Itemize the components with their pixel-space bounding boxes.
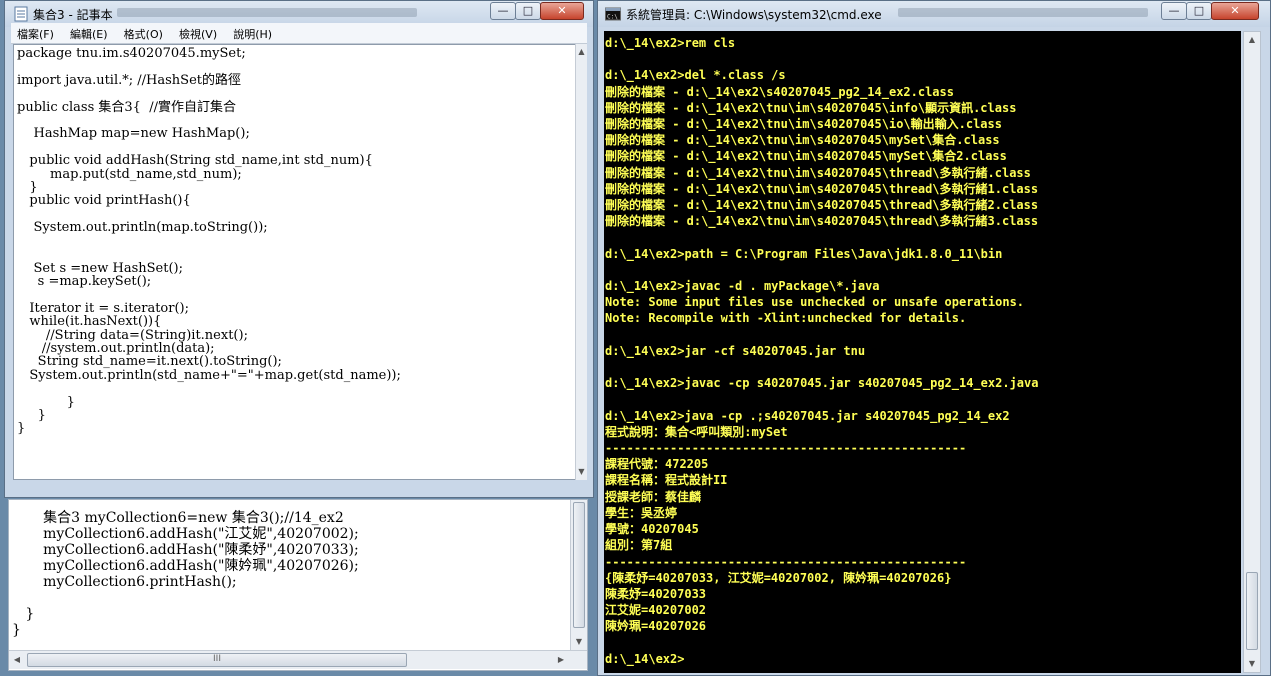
svg-text:C:\: C:\ [607,14,618,21]
notepad-window[interactable]: 集合3 - 記事本 — □ ✕ 檔案(F) 編輯(E) 格式(O) 檢視(V) … [4,0,594,498]
menu-format[interactable]: 格式(O) [118,23,168,42]
background-vscroll-thumb[interactable] [573,502,585,628]
cmd-console[interactable]: d:\_14\ex2>rem cls d:\_14\ex2>del *.clas… [604,31,1241,673]
scroll-up-arrow-icon[interactable]: ▲ [1244,32,1260,48]
blurred-title-area [898,8,1148,17]
close-button[interactable]: ✕ [540,2,584,20]
maximize-button[interactable]: □ [515,2,541,20]
scroll-down-arrow-icon[interactable]: ▼ [571,634,587,650]
menu-file[interactable]: 檔案(F) [11,23,59,42]
maximize-button[interactable]: □ [1186,2,1212,20]
cmd-title: 系統管理員: C:\Windows\system32\cmd.exe [626,8,882,22]
background-code-text: 集合3 myCollection6=new 集合3();//14_ex2 myC… [12,510,359,638]
cmd-output-text: d:\_14\ex2>rem cls d:\_14\ex2>del *.clas… [605,36,1039,666]
scroll-down-arrow-icon[interactable]: ▼ [576,464,587,480]
background-code-editor[interactable]: 集合3 myCollection6=new 集合3();//14_ex2 myC… [8,499,588,671]
background-vertical-scrollbar[interactable]: ▼ [570,500,587,652]
notepad-app-icon [14,6,28,22]
cmd-window[interactable]: C:\ 系統管理員: C:\Windows\system32\cmd.exe —… [597,0,1271,676]
cmd-scroll-thumb[interactable] [1246,572,1258,650]
scroll-up-arrow-icon[interactable]: ▲ [576,44,587,60]
menu-edit[interactable]: 編輯(E) [64,23,113,42]
minimize-button[interactable]: — [1161,2,1187,20]
close-button[interactable]: ✕ [1211,2,1259,20]
cmd-titlebar[interactable]: C:\ 系統管理員: C:\Windows\system32\cmd.exe —… [598,1,1270,27]
cmd-vertical-scrollbar[interactable]: ▲ ▼ [1243,31,1261,673]
menu-help[interactable]: 說明(H) [227,23,277,42]
scroll-left-arrow-icon[interactable]: ◀ [9,652,25,668]
hscroll-grip: III [213,654,221,664]
scroll-right-arrow-icon[interactable]: ▶ [553,652,569,668]
cmd-app-icon: C:\ [605,7,621,21]
notepad-menubar: 檔案(F) 編輯(E) 格式(O) 檢視(V) 說明(H) [11,23,587,44]
notepad-vertical-scrollbar[interactable]: ▲ ▼ [575,44,587,480]
scroll-down-arrow-icon[interactable]: ▼ [1244,656,1260,672]
notepad-title: 集合3 - 記事本 [33,8,113,22]
notepad-text-area[interactable]: package tnu.im.s40207045.mySet; import j… [13,44,576,480]
background-horizontal-scrollbar[interactable]: ◀ III ▶ [9,650,587,669]
menu-view[interactable]: 檢視(V) [173,23,222,42]
background-hscroll-thumb[interactable]: III [27,653,407,667]
notepad-code-text: package tnu.im.s40207045.mySet; import j… [17,46,401,437]
minimize-button[interactable]: — [490,2,516,20]
blurred-title-area [117,8,417,17]
